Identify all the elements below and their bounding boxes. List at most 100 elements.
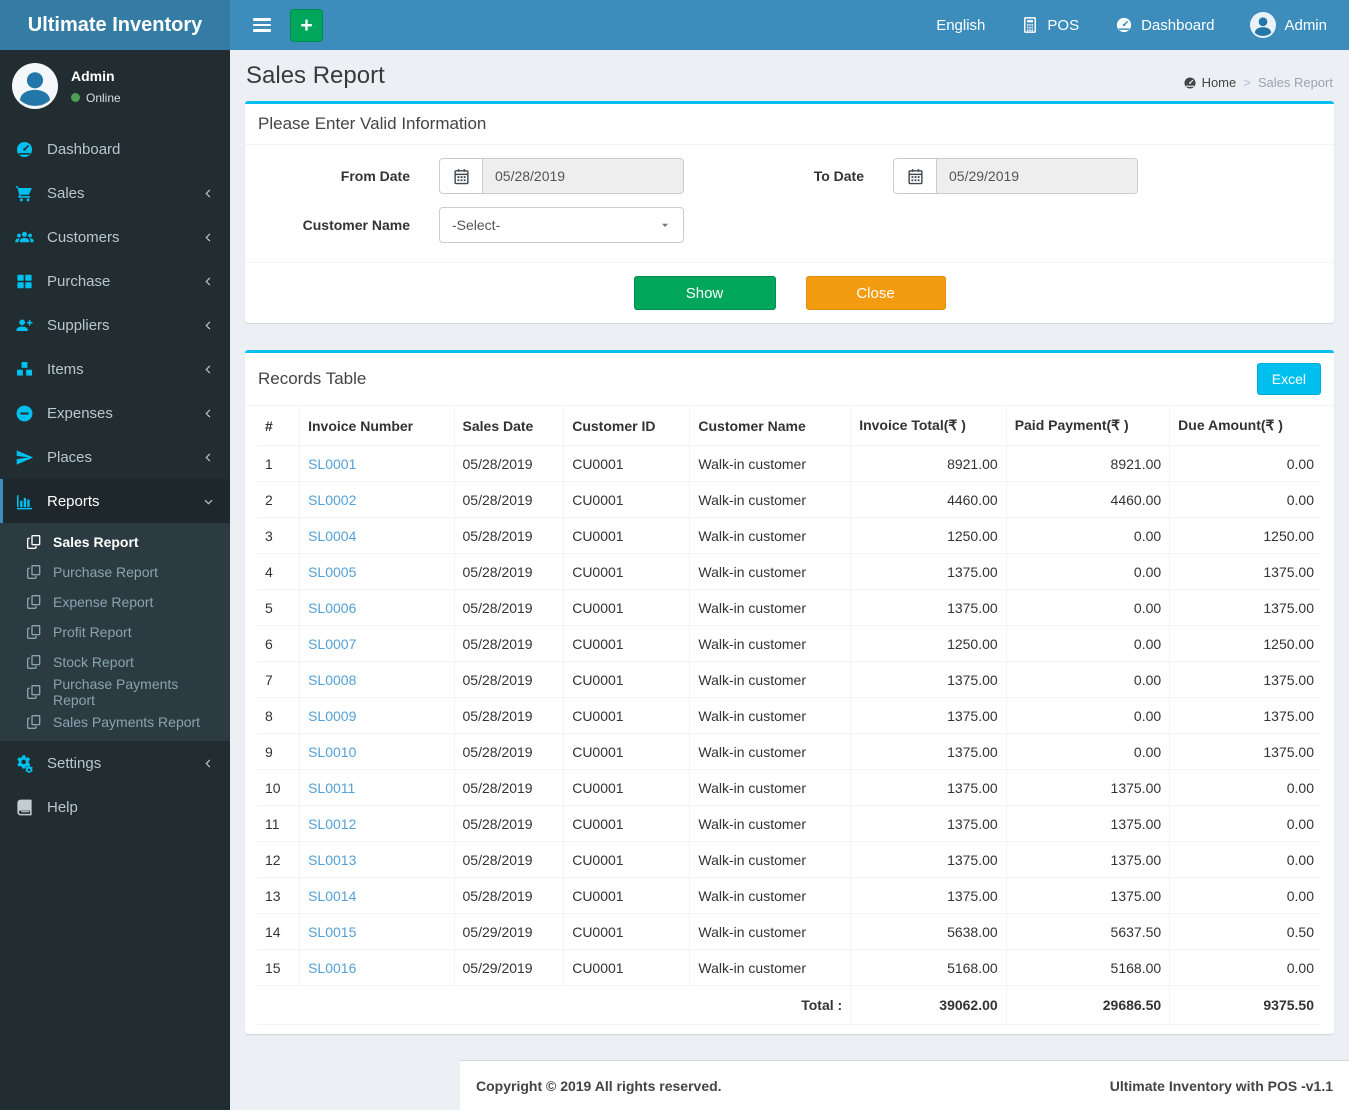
customer-id-cell: CU0001	[563, 481, 691, 518]
from-date-input[interactable]	[483, 158, 684, 194]
invoice-link[interactable]: SL0010	[308, 744, 356, 760]
sidebar-item-sales-payments-report[interactable]: Sales Payments Report	[0, 707, 230, 737]
sales-date-cell: 05/28/2019	[454, 589, 565, 626]
col-header-customer-id: Customer ID	[563, 406, 691, 446]
table-row: 5 SL0006 05/28/2019 CU0001 Walk-in customer 1…	[257, 589, 1322, 626]
invoice-link[interactable]: SL0013	[308, 852, 356, 868]
copy-icon	[26, 684, 42, 700]
minus-circle-icon	[15, 404, 34, 423]
due-amount-cell: 1375.00	[1169, 661, 1322, 698]
sidebar-item-expense-report[interactable]: Expense Report	[0, 587, 230, 617]
paid-payment-cell: 5168.00	[1006, 949, 1171, 986]
user-plus-icon	[15, 316, 34, 335]
row-index: 13	[257, 877, 301, 914]
avatar	[1250, 12, 1277, 38]
breadcrumb-home-link[interactable]: Home	[1183, 75, 1236, 90]
user-name: Admin	[71, 67, 115, 84]
table-row: 1 SL0001 05/28/2019 CU0001 Walk-in customer 8…	[257, 445, 1322, 482]
due-amount-cell: 1375.00	[1169, 697, 1322, 734]
records-panel-title: Records Table	[258, 369, 367, 388]
sidebar-item-purchase[interactable]: Purchase	[0, 259, 230, 303]
show-button[interactable]: Show	[633, 276, 776, 310]
sidebar-item-suppliers[interactable]: Suppliers	[0, 303, 230, 347]
invoice-link[interactable]: SL0014	[308, 888, 356, 904]
customer-id-cell: CU0001	[563, 877, 691, 914]
invoice-link[interactable]: SL0016	[308, 960, 356, 976]
row-index: 3	[257, 517, 301, 554]
customer-id-cell: CU0001	[563, 913, 691, 950]
language-menu[interactable]: English	[936, 17, 985, 34]
to-date-input[interactable]	[937, 158, 1138, 194]
cubes-icon	[15, 360, 34, 379]
sidebar-item-purchase-report[interactable]: Purchase Report	[0, 557, 230, 587]
cart-icon	[15, 184, 34, 203]
dashboard-link[interactable]: Dashboard	[1115, 16, 1214, 34]
customer-id-cell: CU0001	[563, 589, 691, 626]
excel-export-button[interactable]: Excel	[1256, 363, 1321, 395]
sidebar-item-dashboard[interactable]: Dashboard	[0, 127, 230, 171]
avatar	[12, 63, 58, 109]
invoice-link[interactable]: SL0004	[308, 528, 356, 544]
invoice-link[interactable]: SL0006	[308, 600, 356, 616]
filter-panel: Please Enter Valid Information From Date…	[245, 101, 1334, 323]
paid-payment-cell: 5637.50	[1006, 913, 1171, 950]
invoice-total-cell: 4460.00	[850, 481, 1007, 518]
table-row: 3 SL0004 05/28/2019 CU0001 Walk-in customer 1…	[257, 517, 1322, 554]
table-row: 11 SL0012 05/28/2019 CU0001 Walk-in customer…	[257, 805, 1322, 842]
customer-id-cell: CU0001	[563, 841, 691, 878]
customer-id-cell: CU0001	[563, 517, 691, 554]
invoice-link[interactable]: SL0015	[308, 924, 356, 940]
paid-payment-cell: 0.00	[1006, 589, 1171, 626]
pos-link[interactable]: POS	[1021, 16, 1079, 34]
invoice-link[interactable]: SL0001	[308, 456, 356, 472]
customer-name-cell: Walk-in customer	[689, 805, 852, 842]
quick-add-button[interactable]: +	[290, 8, 323, 42]
invoice-link[interactable]: SL0007	[308, 636, 356, 652]
customer-name-cell: Walk-in customer	[689, 733, 852, 770]
dashboard-icon	[1115, 16, 1133, 34]
invoice-total-cell: 1250.00	[850, 517, 1007, 554]
col-header-paid-payment: Paid Payment(₹ )	[1006, 406, 1171, 446]
chevron-left-icon	[202, 275, 215, 288]
paid-payment-cell: 1375.00	[1006, 769, 1171, 806]
invoice-link[interactable]: SL0009	[308, 708, 356, 724]
total-invoice-total: 39062.00	[850, 985, 1007, 1025]
sidebar-item-purchase-payments-report[interactable]: Purchase Payments Report	[0, 676, 230, 708]
customer-name-cell: Walk-in customer	[689, 445, 852, 482]
sidebar-item-reports[interactable]: Reports	[0, 479, 230, 523]
copy-icon	[26, 564, 42, 580]
sidebar-item-profit-report[interactable]: Profit Report	[0, 617, 230, 647]
copy-icon	[26, 714, 42, 730]
sidebar-item-settings[interactable]: Settings	[0, 741, 230, 785]
calendar-icon[interactable]	[439, 158, 483, 194]
customer-id-cell: CU0001	[563, 697, 691, 734]
sidebar-item-help[interactable]: Help	[0, 785, 230, 829]
sidebar-item-stock-report[interactable]: Stock Report	[0, 647, 230, 677]
sidebar-item-expenses[interactable]: Expenses	[0, 391, 230, 435]
invoice-link[interactable]: SL0008	[308, 672, 356, 688]
sidebar-item-items[interactable]: Items	[0, 347, 230, 391]
due-amount-cell: 0.00	[1169, 445, 1322, 482]
app-logo[interactable]: Ultimate Inventory	[0, 0, 230, 50]
sales-date-cell: 05/28/2019	[454, 517, 565, 554]
sidebar-item-places[interactable]: Places	[0, 435, 230, 479]
invoice-link[interactable]: SL0011	[308, 780, 355, 796]
invoice-link[interactable]: SL0012	[308, 816, 356, 832]
breadcrumb-current: Sales Report	[1257, 75, 1333, 90]
sidebar-toggle-button[interactable]	[242, 0, 282, 50]
row-index: 9	[257, 733, 301, 770]
sidebar-item-sales[interactable]: Sales	[0, 171, 230, 215]
customer-select[interactable]: -Select-	[439, 207, 684, 243]
invoice-link[interactable]: SL0005	[308, 564, 356, 580]
sidebar-item-sales-report[interactable]: Sales Report	[0, 527, 230, 557]
invoice-total-cell: 1250.00	[850, 625, 1007, 662]
table-row: 9 SL0010 05/28/2019 CU0001 Walk-in customer 1…	[257, 733, 1322, 770]
invoice-total-cell: 1375.00	[850, 733, 1007, 770]
calendar-icon[interactable]	[893, 158, 937, 194]
home-dashboard-icon	[1183, 76, 1197, 90]
sidebar-item-customers[interactable]: Customers	[0, 215, 230, 259]
close-button[interactable]: Close	[805, 276, 946, 310]
user-menu[interactable]: Admin	[1250, 12, 1327, 38]
customer-name-cell: Walk-in customer	[689, 769, 852, 806]
invoice-link[interactable]: SL0002	[308, 492, 356, 508]
